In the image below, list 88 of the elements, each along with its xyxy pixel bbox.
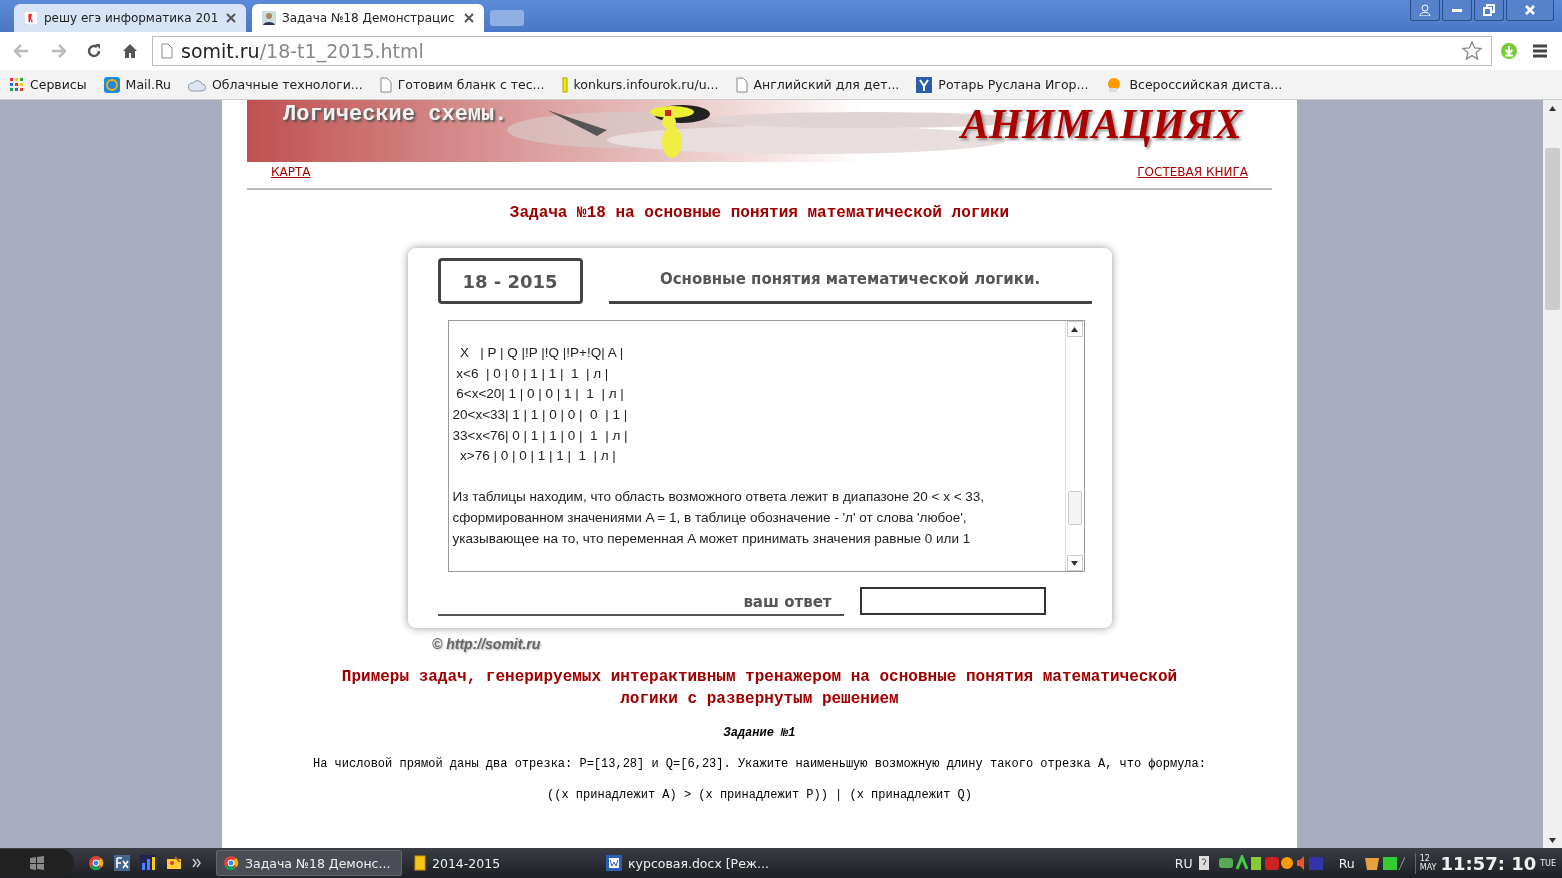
taskbar-window[interactable]: курсовая.docx [Реж... [600,850,786,876]
up-icon [1071,326,1078,332]
taskbar-window[interactable]: Задача №18 Демонс... [216,850,402,876]
close-icon [226,13,236,23]
start-button[interactable] [0,849,74,877]
bookmark[interactable]: Сервисы [10,77,87,92]
bookmark[interactable]: Всероссийская диста... [1105,76,1283,93]
nav-link[interactable]: ГОСТЕВАЯ КНИГА [1137,165,1248,188]
star-icon [1461,40,1483,62]
close-icon [464,13,474,23]
folder-icon [414,855,426,871]
weekday-text: TUE [1540,858,1556,868]
windows-icon [29,856,45,870]
page-icon [161,43,173,59]
browser-tab[interactable]: Задача №18 Демонстрацис [252,4,484,32]
bookmark[interactable]: Mail.Ru [103,76,171,93]
restore-button[interactable] [1474,0,1504,21]
up-icon [1549,105,1556,111]
tab-title: Задача №18 Демонстрацис [282,11,456,25]
language-indicator[interactable]: RU [1174,855,1193,871]
card-title: Основные понятия математической логики. [608,257,1092,304]
down-icon [1071,560,1078,566]
menu-icon [1532,43,1548,59]
address-bar[interactable]: somit.ru/18-t1_2015.html [152,36,1492,66]
apps-icon [10,77,24,92]
page-icon [379,76,392,93]
chevron-icon [192,858,202,868]
table-line: x>76 | 0 | 0 | 1 | 1 | 1 | л | [459,447,617,466]
document-icon [606,855,622,871]
chrome-icon [88,855,104,871]
copyright-text: © http://somit.ru [432,636,541,652]
help-icon [1198,856,1209,870]
restore-icon [1483,4,1495,16]
tab-title: решу егэ информатика 201 [44,11,220,25]
bookmark[interactable]: Английский для дет... [735,76,900,93]
table-line: 33<x<76| 0 | 1 | 1 | 0 | 1 | л | [452,426,629,445]
cloud-icon [188,77,206,92]
down-icon [1549,837,1556,843]
clock-time: 11:57: 10 [1440,852,1537,874]
taskbar-window[interactable]: 2014-2015 [408,850,594,876]
banner-title: АНИМАЦИЯХ [961,100,1242,148]
bookmark[interactable]: Готовим бланк с тес... [379,76,545,93]
solution-text: Из таблицы находим, что область возможного ответа лежит в диапазоне 20 < x < 33, сформированном значениями A = 1, в таблице обозначение - 'л' от слова 'любое', указывающее на то, что переменная A может принимать значения равные 0 или 1 [452,488,986,548]
table-line: X | P | Q |!P |!Q |!P+!Q| A | [459,344,625,362]
chart-icon [140,855,156,871]
minimize-icon [1452,8,1462,12]
task-text: На числовой прямой даны два отрезка: P=[13,28] и Q=[6,23]. Укажите наименьшую возможную длину такого отрезка A, что формула: [312,756,1207,773]
chrome-icon [223,855,239,871]
profile-button[interactable] [1410,0,1440,21]
table-line: 6<x<20| 1 | 0 | 0 | 1 | 1 | л | [455,385,625,404]
table-line: 20<x<33| 1 | 1 | 0 | 0 | 0 | 1 | [452,406,629,425]
banner-title: Логические схемы. [283,102,508,127]
bookmark[interactable]: Облачные технологи... [188,77,363,92]
close-button[interactable] [1506,0,1554,21]
page-icon [735,76,748,93]
paint-icon [166,855,182,871]
month-text: MAY [1419,863,1437,872]
bar-icon [561,76,568,93]
task-title: Задание №1 [723,726,796,740]
task-number: 18 - 2015 [437,258,583,304]
person-icon [1419,4,1431,16]
scroll-thumb[interactable] [1067,491,1082,525]
minimize-button[interactable] [1442,0,1472,21]
browser-tab[interactable]: решу егэ информатика 201 [14,4,246,32]
scroll-down-button[interactable] [1066,555,1083,571]
date-text: 12 [1419,854,1431,863]
mail-icon [103,76,120,93]
letter-icon [916,76,933,93]
formula-text: ((x принадлежит A) > (x принадлежит P)) | (x принадлежит Q) [546,787,973,804]
letter-icon [24,11,38,25]
url-text: somit.ru/18-t1_2015.html [181,40,424,62]
table-line: x<6 | 0 | 0 | 1 | 1 | 1 | л | [455,364,610,383]
bookmark[interactable]: Ротарь Руслана Игор... [916,76,1089,93]
language-indicator[interactable]: Ru [1338,855,1355,871]
bookmark[interactable]: konkurs.infourok.ru/u... [561,76,719,93]
answer-label: ваш ответ [437,588,844,616]
page-heading: Задача №18 на основные понятия математической логики [509,204,1010,222]
tray-icons-drawing [1364,855,1405,871]
fx-icon [114,855,130,871]
answer-field[interactable] [859,587,1046,615]
scroll-up-button[interactable] [1066,321,1083,337]
section-heading: Примеры задач, генерируемых интерактивным тренажером на основные понятия математической логики с развернутым решением [340,667,1179,710]
close-icon [1524,4,1536,16]
nav-link[interactable]: КАРТА [271,165,311,188]
person-icon [262,11,276,25]
download-icon [1500,42,1518,60]
solution-box[interactable] [447,320,1085,572]
scroll-thumb[interactable] [1545,148,1560,310]
